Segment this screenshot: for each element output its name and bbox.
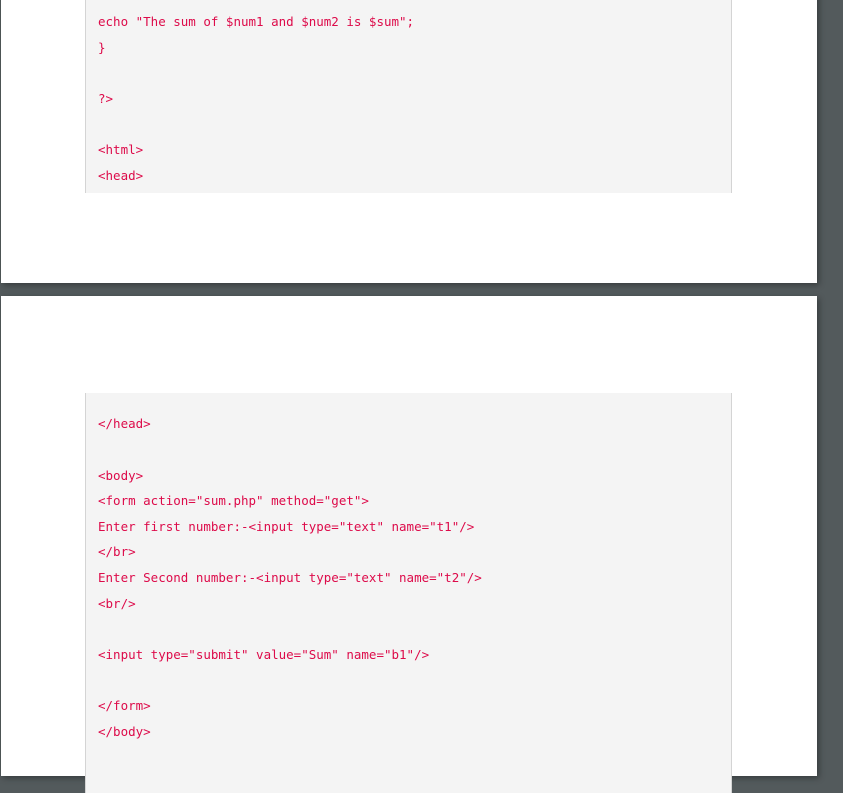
code-line: } <box>98 40 106 55</box>
code-line: <head> <box>98 168 144 183</box>
document-page-1: echo "The sum of $num1 and $num2 is $sum… <box>1 0 817 283</box>
code-line: <form action="sum.php" method="get"> <box>98 493 369 508</box>
code-block: </head> <body> <form action="sum.php" me… <box>85 393 732 793</box>
code-line: echo "The sum of $num1 and $num2 is $sum… <box>98 14 415 29</box>
code-line: <input type="submit" value="Sum" name="b… <box>98 647 430 662</box>
code-line: Enter first number:-<input type="text" n… <box>98 519 475 534</box>
code-line: </body> <box>98 724 151 739</box>
code-line: <body> <box>98 468 144 483</box>
code-line: <html> <box>98 142 144 157</box>
code-line: Enter Second number:-<input type="text" … <box>98 570 482 585</box>
code-line: ?> <box>98 91 114 106</box>
document-page-2: </head> <body> <form action="sum.php" me… <box>1 296 817 793</box>
code-line: </br> <box>98 544 136 559</box>
code-line: </form> <box>98 698 151 713</box>
code-block: echo "The sum of $num1 and $num2 is $sum… <box>85 0 732 193</box>
code-line: </head> <box>98 416 151 431</box>
code-line: <br/> <box>98 596 136 611</box>
